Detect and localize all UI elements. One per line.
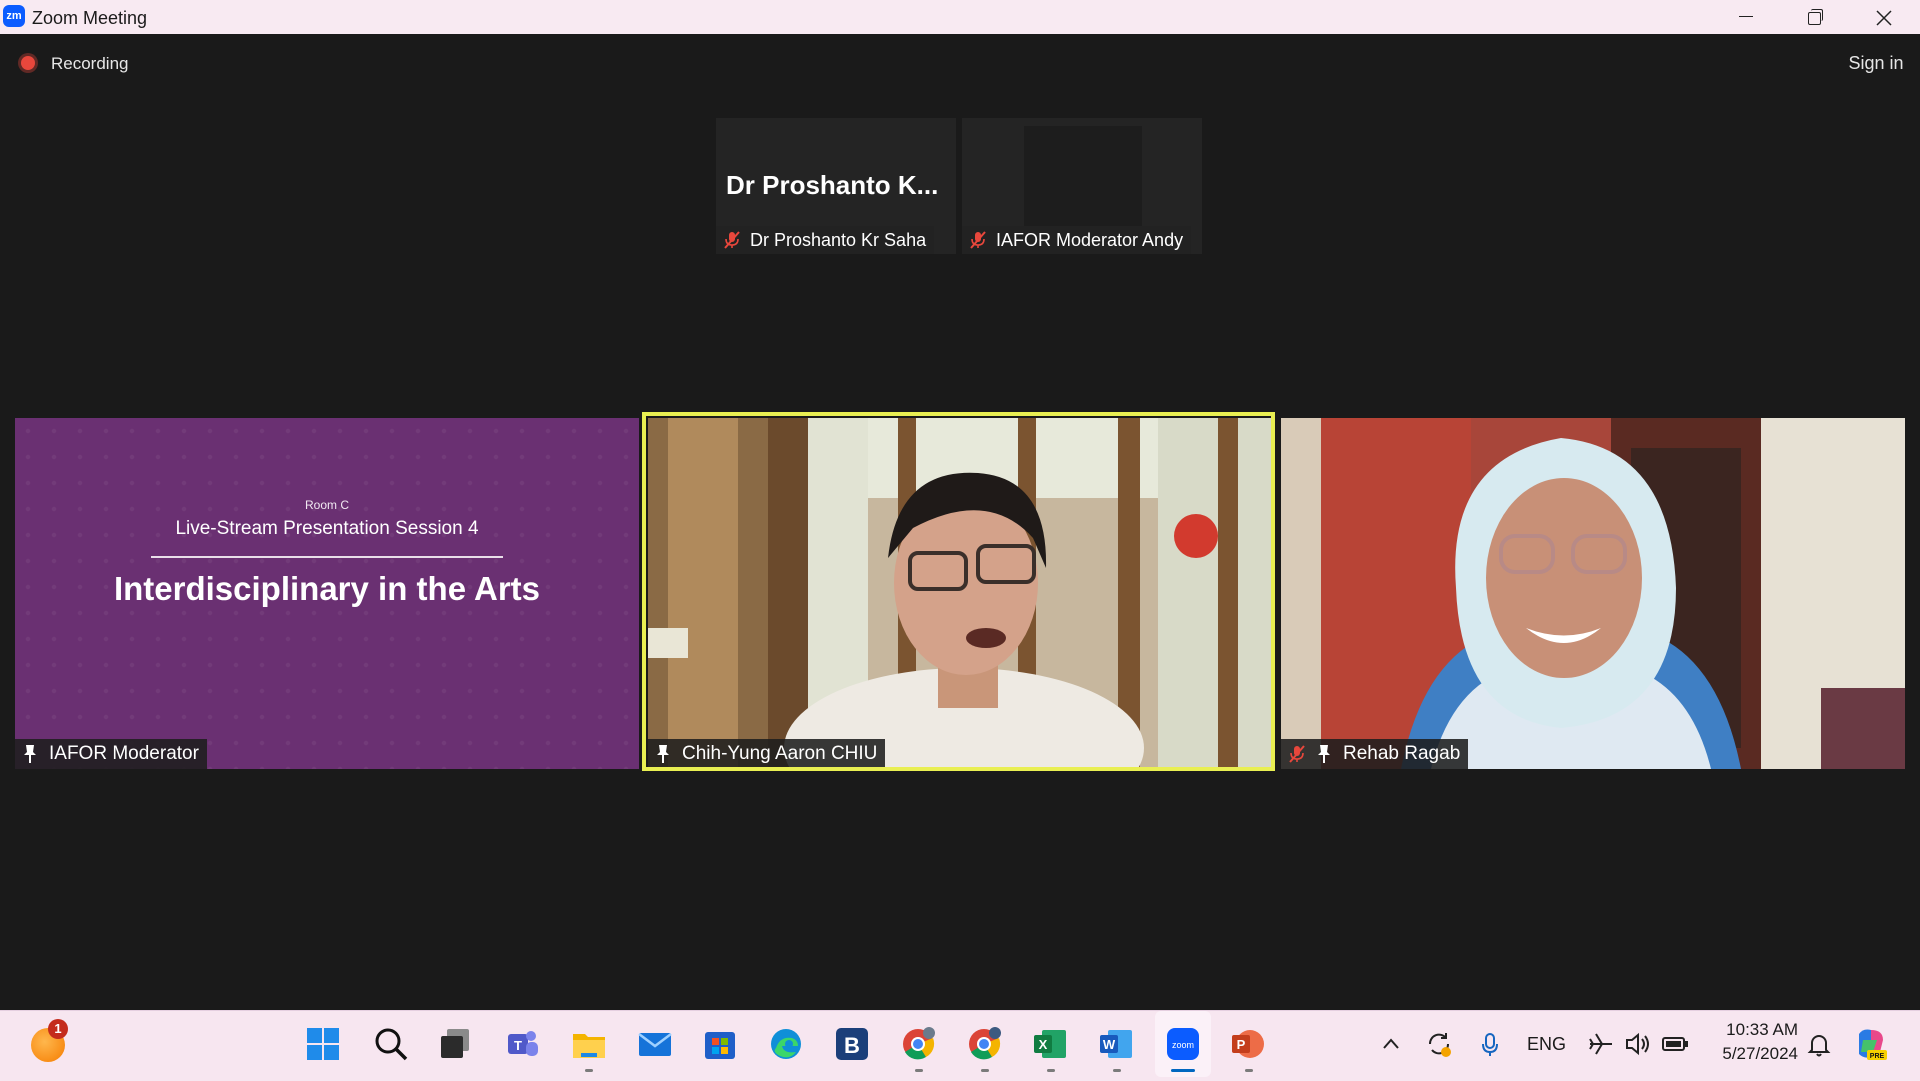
mic-muted-icon xyxy=(970,231,986,249)
excel-icon[interactable]: X xyxy=(1032,1026,1068,1062)
notification-badge: 1 xyxy=(48,1019,68,1039)
title-bar: zm Zoom Meeting xyxy=(0,0,1920,34)
participant-name: Dr Proshanto Kr Saha xyxy=(750,229,927,250)
mic-muted-icon xyxy=(724,231,740,249)
mail-icon[interactable] xyxy=(637,1026,673,1062)
running-indicator xyxy=(981,1069,989,1072)
slide-divider xyxy=(151,556,503,558)
active-speaker-border xyxy=(642,412,1275,771)
chrome-icon[interactable] xyxy=(966,1026,1002,1062)
running-indicator xyxy=(1113,1069,1121,1072)
zoom-icon[interactable]: zoom xyxy=(1165,1026,1201,1062)
powerpoint-icon[interactable]: P xyxy=(1230,1026,1266,1062)
sync-icon[interactable] xyxy=(1424,1026,1454,1062)
participant-video xyxy=(1024,126,1142,228)
language-indicator[interactable]: ENG xyxy=(1527,1034,1566,1055)
mic-muted-icon xyxy=(1289,745,1305,763)
active-app-indicator xyxy=(1171,1069,1195,1072)
airplane-mode-icon[interactable] xyxy=(1588,1026,1614,1062)
pin-icon xyxy=(1318,745,1330,763)
participant-thumbnail[interactable]: Dr Proshanto K... Dr Proshanto Kr Saha xyxy=(716,118,956,254)
start-icon[interactable] xyxy=(305,1026,341,1062)
task-view-icon[interactable] xyxy=(437,1026,473,1062)
slide-title: Interdisciplinary in the Arts xyxy=(113,570,541,607)
microphone-icon[interactable] xyxy=(1478,1026,1502,1062)
close-button[interactable] xyxy=(1850,0,1916,34)
running-indicator xyxy=(585,1069,593,1072)
svg-text:T: T xyxy=(514,1038,522,1053)
running-indicator xyxy=(1245,1069,1253,1072)
participant-name-placeholder: Dr Proshanto K... xyxy=(726,170,939,200)
participant-name-tag: IAFOR Moderator Andy xyxy=(962,226,1192,254)
participant-name-tag: Rehab Ragab xyxy=(1281,739,1469,769)
svg-text:W: W xyxy=(1103,1037,1116,1052)
running-indicator xyxy=(1047,1069,1055,1072)
window-title: Zoom Meeting xyxy=(32,8,148,28)
participant-name: IAFOR Moderator xyxy=(49,743,199,764)
recording-icon xyxy=(21,56,35,70)
search-icon[interactable] xyxy=(373,1026,409,1062)
participant-name: Rehab Ragab xyxy=(1343,743,1461,764)
pin-icon xyxy=(24,745,36,763)
svg-text:P: P xyxy=(1237,1037,1246,1052)
participant-name-tag: Dr Proshanto Kr Saha xyxy=(716,226,935,254)
chrome-icon[interactable] xyxy=(900,1026,936,1062)
store-icon[interactable] xyxy=(702,1026,738,1062)
participant-tile-slide[interactable]: Room C Live-Stream Presentation Session … xyxy=(15,418,639,769)
word-icon[interactable]: W xyxy=(1098,1026,1134,1062)
participant-video xyxy=(1281,418,1905,769)
edge-icon[interactable] xyxy=(768,1026,804,1062)
svg-text:X: X xyxy=(1039,1037,1048,1052)
recording-label: Recording xyxy=(51,54,129,73)
slide-room: Room C xyxy=(304,498,349,512)
svg-text:B: B xyxy=(844,1033,860,1058)
chevron-up-icon[interactable] xyxy=(1381,1026,1401,1062)
close-icon xyxy=(1876,10,1892,26)
slide-session: Live-Stream Presentation Session 4 xyxy=(175,518,479,539)
volume-icon[interactable] xyxy=(1624,1026,1652,1062)
teams-icon[interactable]: T xyxy=(504,1026,540,1062)
minimize-button[interactable] xyxy=(1712,0,1778,34)
b-app-icon[interactable]: B xyxy=(834,1026,870,1062)
clock-time[interactable]: 10:33 AM xyxy=(1712,1020,1798,1040)
notifications-bell-icon[interactable] xyxy=(1806,1026,1832,1062)
file-explorer-icon[interactable] xyxy=(571,1026,607,1062)
participant-thumbnail[interactable]: IAFOR Moderator Andy xyxy=(962,118,1202,254)
restore-button[interactable] xyxy=(1780,0,1846,34)
copilot-icon[interactable]: PRE xyxy=(1853,1026,1889,1062)
participant-name-tag: IAFOR Moderator xyxy=(15,739,207,769)
participant-name: IAFOR Moderator Andy xyxy=(996,229,1184,250)
zoom-logo-icon: zm xyxy=(3,5,25,27)
battery-icon[interactable] xyxy=(1661,1026,1689,1062)
svg-text:PRE: PRE xyxy=(1870,1053,1885,1060)
svg-text:zoom: zoom xyxy=(1172,1040,1194,1050)
participant-tile-video[interactable]: Rehab Ragab xyxy=(1281,418,1905,769)
running-indicator xyxy=(915,1069,923,1072)
sign-in-button[interactable]: Sign in xyxy=(1836,53,1916,77)
clock-date[interactable]: 5/27/2024 xyxy=(1704,1044,1798,1064)
